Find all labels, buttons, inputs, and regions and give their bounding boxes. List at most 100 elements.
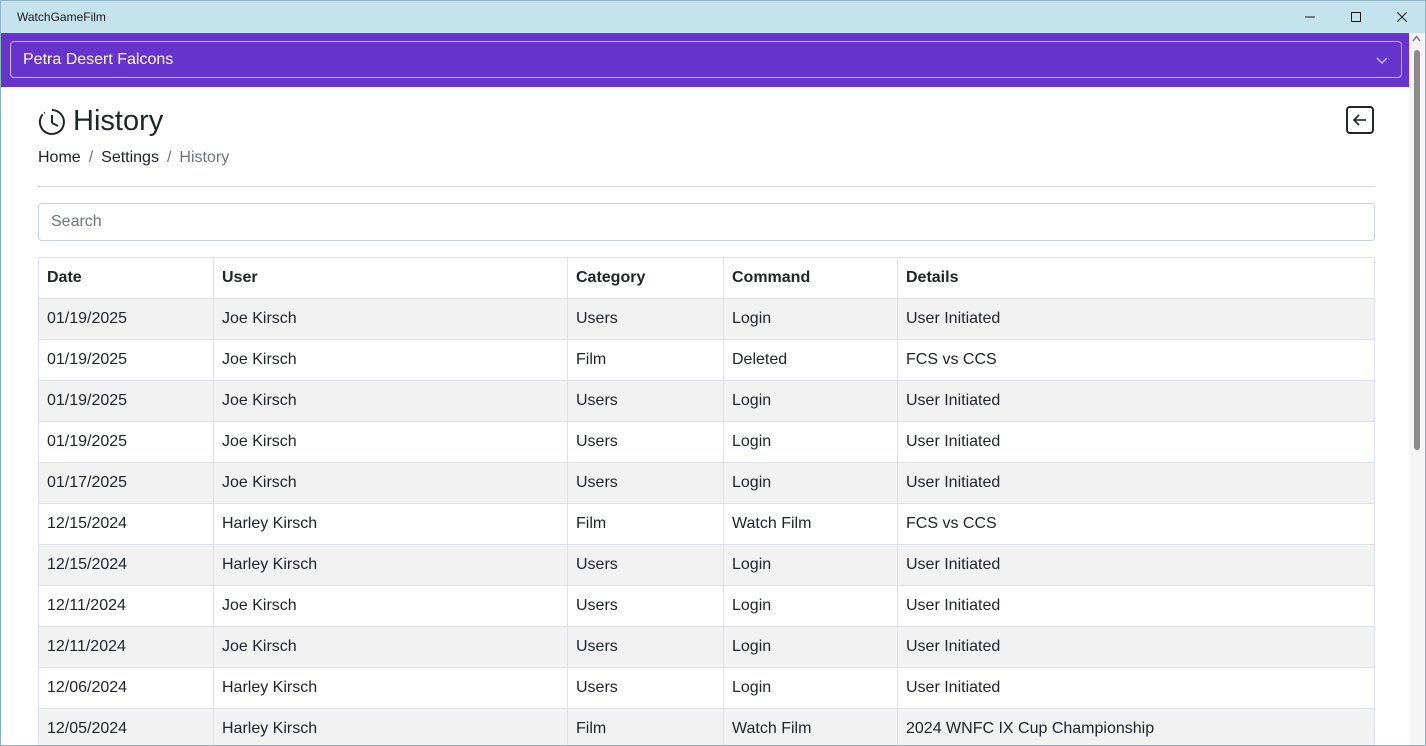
cell-details: User Initiated (897, 544, 1375, 586)
cell-details: User Initiated (897, 421, 1375, 463)
header-divider (38, 186, 1375, 187)
cell-date: 01/19/2025 (38, 298, 214, 340)
cell-details: User Initiated (897, 380, 1375, 422)
arrow-left-icon (1352, 114, 1366, 126)
table-row[interactable]: 01/17/2025 Joe Kirsch Users Login User I… (38, 462, 1375, 504)
page-title: History (73, 105, 164, 137)
cell-command: Login (723, 544, 898, 586)
table-row[interactable]: 12/15/2024 Harley Kirsch Users Login Use… (38, 544, 1375, 586)
table-row[interactable]: 01/19/2025 Joe Kirsch Users Login User I… (38, 298, 1375, 340)
cell-category: Users (567, 380, 724, 422)
breadcrumb-separator: / (88, 149, 94, 166)
chevron-down-icon (1376, 57, 1388, 65)
cell-category: Users (567, 626, 724, 668)
cell-command: Login (723, 585, 898, 627)
cell-user: Joe Kirsch (213, 626, 568, 668)
cell-details: 2024 WNFC IX Cup Championship (897, 708, 1375, 745)
cell-command: Watch Film (723, 708, 898, 745)
cell-command: Login (723, 298, 898, 340)
cell-details: User Initiated (897, 585, 1375, 627)
cell-command: Login (723, 380, 898, 422)
table-row[interactable]: 12/11/2024 Joe Kirsch Users Login User I… (38, 585, 1375, 627)
cell-category: Film (567, 339, 724, 381)
cell-details: User Initiated (897, 667, 1375, 709)
table-row[interactable]: 01/19/2025 Joe Kirsch Users Login User I… (38, 380, 1375, 422)
team-selector[interactable]: Petra Desert Falcons (10, 41, 1402, 78)
cell-category: Users (567, 544, 724, 586)
cell-date: 01/19/2025 (38, 339, 214, 381)
cell-category: Users (567, 421, 724, 463)
team-bar: Petra Desert Falcons (1, 33, 1411, 87)
cell-details: User Initiated (897, 462, 1375, 504)
cell-category: Film (567, 503, 724, 545)
cell-command: Deleted (723, 339, 898, 381)
app-title: WatchGameFilm (17, 10, 106, 24)
cell-date: 12/06/2024 (38, 667, 214, 709)
cell-user: Harley Kirsch (213, 544, 568, 586)
maximize-button[interactable] (1333, 1, 1379, 33)
table-header-row: Date User Category Command Details (38, 257, 1375, 299)
vertical-scrollbar[interactable] (1409, 33, 1425, 745)
close-icon (1397, 12, 1407, 22)
table-row[interactable]: 01/19/2025 Joe Kirsch Users Login User I… (38, 421, 1375, 463)
table-row[interactable]: 12/11/2024 Joe Kirsch Users Login User I… (38, 626, 1375, 668)
cell-category: Users (567, 462, 724, 504)
cell-details: FCS vs CCS (897, 339, 1375, 381)
history-table: Date User Category Command Details 01/19… (38, 257, 1375, 745)
scroll-up-arrow-icon[interactable] (1412, 35, 1421, 42)
cell-date: 01/19/2025 (38, 380, 214, 422)
breadcrumb-settings[interactable]: Settings (101, 149, 159, 167)
app-window: WatchGameFilm Petra Desert Falcons Histo… (0, 0, 1426, 746)
clock-history-icon (38, 108, 65, 135)
cell-date: 01/17/2025 (38, 462, 214, 504)
cell-user: Joe Kirsch (213, 380, 568, 422)
minimize-icon (1305, 16, 1315, 18)
column-header-user[interactable]: User (213, 257, 568, 299)
search-input[interactable] (38, 203, 1375, 241)
breadcrumb-current: History (179, 149, 230, 166)
main-content: History Home / Settings / History Date U… (1, 87, 1411, 745)
table-row[interactable]: 12/05/2024 Harley Kirsch Film Watch Film… (38, 708, 1375, 745)
cell-details: FCS vs CCS (897, 503, 1375, 545)
cell-details: User Initiated (897, 298, 1375, 340)
page-header: History (37, 105, 163, 138)
cell-user: Joe Kirsch (213, 339, 568, 381)
cell-date: 12/11/2024 (38, 585, 214, 627)
window-controls (1287, 1, 1425, 33)
cell-user: Harley Kirsch (213, 667, 568, 709)
cell-details: User Initiated (897, 626, 1375, 668)
cell-date: 12/15/2024 (38, 544, 214, 586)
title-bar: WatchGameFilm (1, 1, 1425, 33)
breadcrumb-home[interactable]: Home (38, 149, 81, 167)
breadcrumb: Home / Settings / History (38, 149, 229, 167)
scrollbar-thumb[interactable] (1414, 50, 1420, 450)
table-row[interactable]: 01/19/2025 Joe Kirsch Film Deleted FCS v… (38, 339, 1375, 381)
cell-category: Users (567, 585, 724, 627)
cell-user: Joe Kirsch (213, 298, 568, 340)
table-row[interactable]: 12/15/2024 Harley Kirsch Film Watch Film… (38, 503, 1375, 545)
column-header-details[interactable]: Details (897, 257, 1375, 299)
column-header-category[interactable]: Category (567, 257, 724, 299)
cell-user: Harley Kirsch (213, 503, 568, 545)
team-selector-value: Petra Desert Falcons (23, 50, 174, 68)
table-row[interactable]: 12/06/2024 Harley Kirsch Users Login Use… (38, 667, 1375, 709)
cell-date: 12/11/2024 (38, 626, 214, 668)
maximize-icon (1351, 12, 1361, 22)
cell-category: Users (567, 667, 724, 709)
cell-user: Joe Kirsch (213, 462, 568, 504)
column-header-date[interactable]: Date (38, 257, 214, 299)
cell-command: Login (723, 462, 898, 504)
cell-category: Users (567, 298, 724, 340)
cell-command: Login (723, 626, 898, 668)
cell-user: Joe Kirsch (213, 585, 568, 627)
breadcrumb-separator: / (166, 149, 172, 166)
minimize-button[interactable] (1287, 1, 1333, 33)
cell-command: Login (723, 667, 898, 709)
column-header-command[interactable]: Command (723, 257, 898, 299)
cell-command: Login (723, 421, 898, 463)
cell-command: Watch Film (723, 503, 898, 545)
back-button[interactable] (1346, 106, 1374, 134)
cell-user: Harley Kirsch (213, 708, 568, 745)
close-button[interactable] (1379, 1, 1425, 33)
cell-date: 12/05/2024 (38, 708, 214, 745)
